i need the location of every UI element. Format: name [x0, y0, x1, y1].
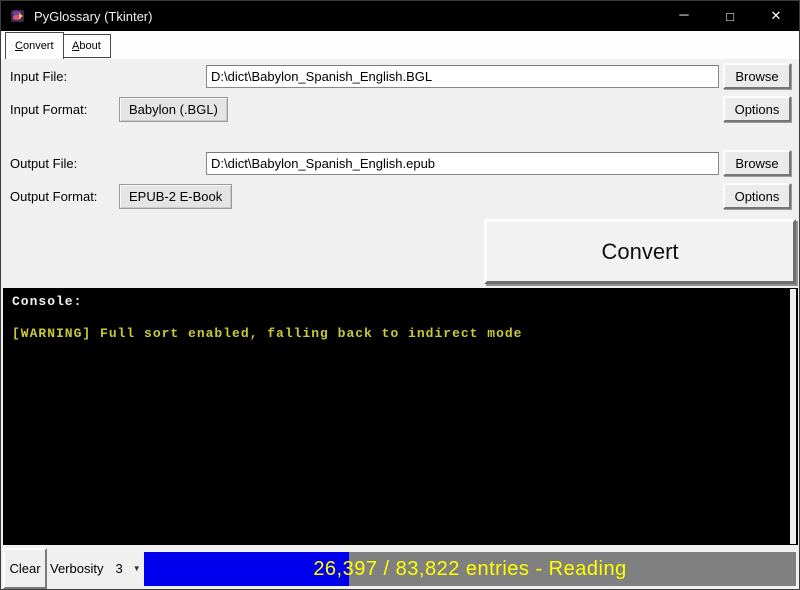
close-button[interactable]: ✕: [753, 1, 799, 31]
output-file-label: Output File:: [10, 156, 77, 171]
clear-button[interactable]: Clear: [3, 548, 47, 589]
convert-button[interactable]: Convert: [484, 219, 796, 284]
progress-bar: 26,397 / 83,822 entries - Reading: [144, 552, 796, 586]
pyglossary-window: PyGlossary (Tkinter) ─ □ ✕ Convert About…: [0, 0, 800, 590]
chevron-down-icon[interactable]: ▼: [133, 564, 141, 573]
verbosity-value[interactable]: 3: [115, 561, 122, 576]
input-options-button[interactable]: Options: [723, 96, 791, 122]
progress-text: 26,397 / 83,822 entries - Reading: [144, 552, 796, 586]
output-file-field[interactable]: [206, 152, 719, 175]
window-controls: ─ □ ✕: [661, 1, 799, 31]
input-browse-button[interactable]: Browse: [723, 63, 791, 89]
console-header: Console:: [12, 294, 789, 309]
input-format-label: Input Format:: [10, 102, 87, 117]
minimize-button[interactable]: ─: [661, 1, 707, 31]
input-file-label: Input File:: [10, 69, 67, 84]
title-bar: PyGlossary (Tkinter) ─ □ ✕: [1, 1, 799, 31]
output-format-label: Output Format:: [10, 189, 97, 204]
convert-form: Input File: Browse Input Format: Babylon…: [1, 59, 799, 288]
window-title: PyGlossary (Tkinter): [34, 9, 152, 24]
output-format-button[interactable]: EPUB-2 E-Book: [119, 184, 232, 209]
console-line: [WARNING] Full sort enabled, falling bac…: [12, 326, 789, 341]
output-options-button[interactable]: Options: [723, 183, 791, 209]
input-format-button[interactable]: Babylon (.BGL): [119, 97, 228, 122]
console-output[interactable]: Console: [WARNING] Full sort enabled, fa…: [3, 288, 798, 545]
pyglossary-app-icon: [10, 8, 26, 24]
tab-about[interactable]: About: [62, 34, 111, 58]
console-scrollbar[interactable]: [790, 289, 796, 544]
tab-convert[interactable]: Convert: [5, 32, 64, 59]
status-bar: Clear Verbosity 3 ▼ 26,397 / 83,822 entr…: [1, 546, 799, 590]
maximize-button[interactable]: □: [707, 1, 753, 31]
verbosity-control: Verbosity 3 ▼: [50, 546, 141, 590]
verbosity-label: Verbosity: [50, 561, 103, 576]
input-file-field[interactable]: [206, 65, 719, 88]
output-browse-button[interactable]: Browse: [723, 150, 791, 176]
tab-strip: Convert About: [1, 31, 799, 59]
